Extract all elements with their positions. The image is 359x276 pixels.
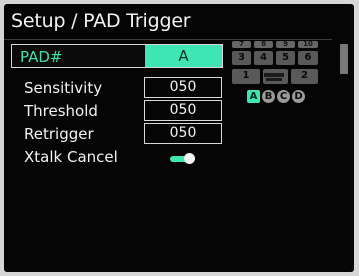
scrollbar[interactable] xyxy=(340,44,348,74)
bank-b-button[interactable]: B xyxy=(262,90,275,103)
pad-10[interactable]: 10 xyxy=(298,41,318,48)
xtalk-cancel-label: Xtalk Cancel xyxy=(24,148,118,166)
bank-a-button[interactable]: A xyxy=(247,90,260,103)
bank-d-button[interactable]: D xyxy=(292,90,305,103)
pad-6[interactable]: 6 xyxy=(298,51,318,65)
sensitivity-label: Sensitivity xyxy=(24,79,103,97)
kick-pedal-icon xyxy=(264,73,284,77)
pad-1[interactable]: 1 xyxy=(232,69,260,84)
pad-select-value[interactable]: A xyxy=(145,45,222,67)
retrigger-value[interactable]: 050 xyxy=(144,123,222,144)
sensitivity-value[interactable]: 050 xyxy=(144,77,222,98)
pad-9[interactable]: 9 xyxy=(276,41,295,48)
bank-c-button[interactable]: C xyxy=(277,90,290,103)
pad-8[interactable]: 8 xyxy=(254,41,273,48)
pad-5[interactable]: 5 xyxy=(276,51,295,65)
pad-2[interactable]: 2 xyxy=(291,69,318,84)
threshold-value[interactable]: 050 xyxy=(144,100,222,121)
retrigger-label: Retrigger xyxy=(24,125,94,143)
device-screen: Setup / PAD Trigger PAD# A Sensitivity 0… xyxy=(4,4,354,272)
page-title: Setup / PAD Trigger xyxy=(11,10,191,32)
pad-select-label: PAD# xyxy=(20,48,63,66)
pad-3[interactable]: 3 xyxy=(232,51,251,65)
kick-pedal-base-icon xyxy=(266,78,282,81)
pad-7[interactable]: 7 xyxy=(232,41,251,48)
pad-4[interactable]: 4 xyxy=(254,51,273,65)
pad-select-row[interactable]: PAD# A xyxy=(11,44,223,68)
xtalk-cancel-toggle-knob xyxy=(184,153,195,164)
threshold-label: Threshold xyxy=(24,102,98,120)
